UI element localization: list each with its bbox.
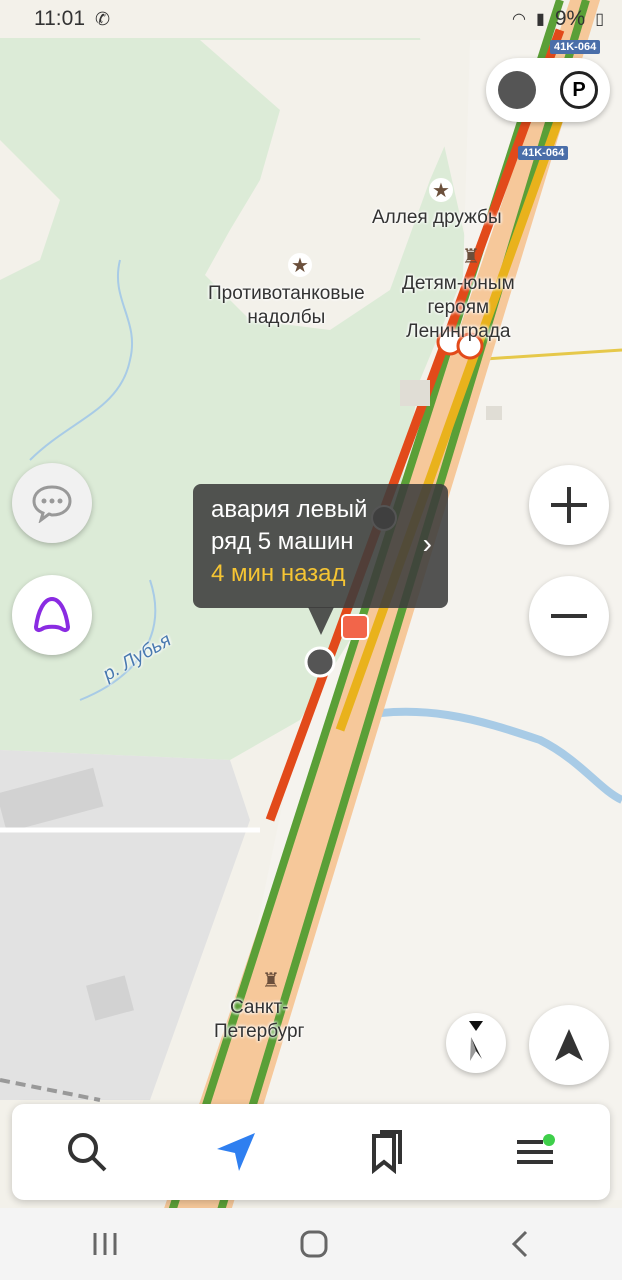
battery-icon: ▯ (595, 11, 604, 28)
zoom-out-button[interactable] (529, 576, 609, 656)
my-location-button[interactable] (529, 1005, 609, 1085)
chat-bubble-icon (32, 485, 72, 523)
menu-button[interactable] (495, 1112, 575, 1192)
incident-description: ряд 5 машин (211, 528, 354, 555)
wifi-icon: ◠ (512, 11, 527, 28)
road-shield: 41K-064 (518, 146, 569, 160)
place-label[interactable]: Санкт- Петербург (214, 996, 304, 1044)
place-label-line: Ленинграда (406, 321, 511, 342)
whatsapp-icon: ✆ (95, 8, 111, 29)
place-label-line: надолбы (247, 307, 326, 328)
monument-poi-icon[interactable]: ♜ (462, 244, 480, 269)
road-shield: 41K-064 (550, 40, 601, 54)
route-arrow-icon (217, 1133, 256, 1171)
home-icon[interactable] (299, 1229, 329, 1259)
search-button[interactable] (47, 1112, 127, 1192)
route-button[interactable] (196, 1112, 276, 1192)
monument-poi-icon[interactable]: ♜ (262, 968, 280, 993)
compass-button[interactable] (446, 1013, 506, 1073)
zoom-in-button[interactable] (529, 465, 609, 545)
place-label-line: Детям-юным (402, 273, 515, 294)
alice-button[interactable] (12, 575, 92, 655)
alice-assistant-icon (33, 596, 71, 633)
incident-popup[interactable]: авария левый ряд 5 машин 4 мин назад › (193, 484, 448, 608)
star-poi-icon[interactable]: ★ (432, 178, 450, 203)
star-poi-icon[interactable]: ★ (291, 253, 309, 278)
search-icon (67, 1133, 107, 1172)
place-label-line: Петербург (214, 1021, 305, 1042)
layers-icon[interactable] (498, 71, 536, 109)
chat-button[interactable] (12, 463, 92, 543)
place-label[interactable]: Противотанковые надолбы (208, 282, 365, 330)
chevron-right-icon: › (422, 528, 432, 559)
compass-icon (469, 1021, 483, 1061)
navigation-arrow-icon (555, 1029, 583, 1061)
place-label-line: Санкт- (229, 997, 289, 1018)
bookmarks-icon (371, 1130, 402, 1174)
place-label-line: Противотанковые (208, 283, 365, 304)
place-label-line: героям (427, 297, 490, 318)
battery-percent: 9% (554, 7, 586, 30)
status-time: 11:01 (34, 7, 85, 30)
recent-apps-icon[interactable] (90, 1231, 120, 1257)
menu-icon (517, 1134, 556, 1164)
place-label[interactable]: Аллея дружбы (372, 206, 502, 230)
parking-icon[interactable]: P (560, 71, 598, 109)
incident-time: 4 мин назад (211, 560, 346, 587)
incident-description: авария левый (211, 496, 368, 523)
plus-icon (551, 487, 587, 523)
bookmarks-button[interactable] (346, 1112, 426, 1192)
popup-tail (308, 607, 334, 635)
bottom-toolbar (12, 1104, 610, 1200)
signal-icon: ▮ (536, 11, 545, 28)
status-bar: 11:01 ✆ ◠ ▮ 9% ▯ (0, 0, 622, 38)
minus-icon (551, 614, 587, 618)
back-icon[interactable] (508, 1229, 532, 1259)
system-nav-bar (0, 1208, 622, 1280)
map-canvas[interactable] (0, 0, 622, 1280)
place-label[interactable]: Детям-юным героям Ленинграда (402, 272, 515, 344)
layers-toolbar: P (486, 58, 610, 122)
